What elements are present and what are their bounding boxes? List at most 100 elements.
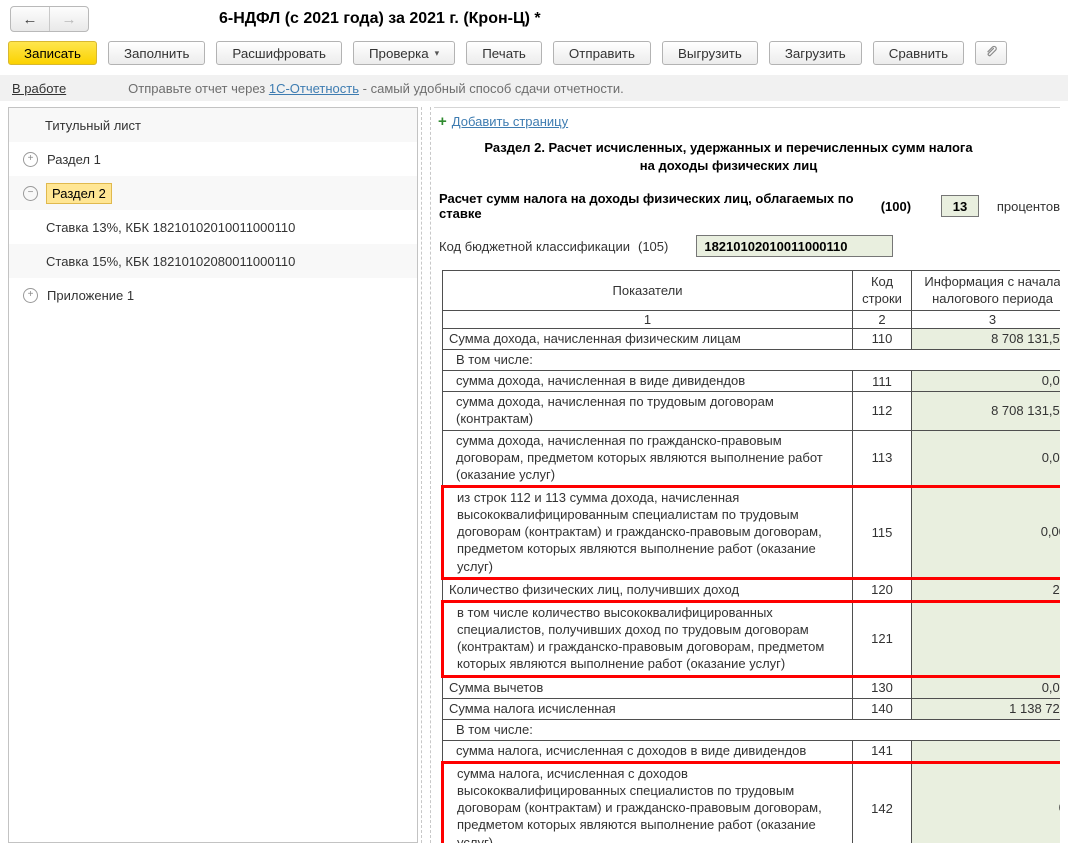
tree-item-label: Ставка 15%, КБК 18210102080011000110	[46, 253, 296, 269]
save-button[interactable]: Записать	[8, 41, 97, 65]
value-cell[interactable]: -	[911, 599, 1060, 678]
table-row-120: Количество физических лиц, получивших до…	[442, 577, 1060, 602]
export-button[interactable]: Выгрузить	[661, 41, 758, 65]
add-page-label: Добавить страницу	[451, 114, 569, 129]
report-state-link[interactable]: В работе	[12, 81, 66, 96]
value-cell[interactable]: 0	[911, 761, 1060, 843]
tree-item-label: Раздел 1	[47, 151, 101, 167]
header-indicators: Показатели	[442, 270, 853, 311]
expand-icon[interactable]: +	[23, 287, 38, 303]
section-title: Раздел 2. Расчет исчисленных, удержанных…	[437, 139, 1020, 175]
group-row: В том числе:	[442, 349, 1060, 372]
compare-button[interactable]: Сравнить	[872, 41, 965, 65]
table-header-row: Показатели Код строки Информация с начал…	[442, 270, 1060, 311]
line-code: 112	[852, 391, 912, 431]
value-cell[interactable]: 26	[911, 577, 1060, 602]
table-row-112: сумма дохода, начисленная по трудовым до…	[442, 391, 1060, 431]
line-code: 141	[852, 739, 912, 764]
indicator-label: сумма налога, исчисленная с доходов в ви…	[442, 739, 853, 764]
column-number-2: 2	[852, 309, 912, 329]
forward-icon[interactable]: →	[49, 7, 88, 31]
send-button[interactable]: Отправить	[552, 41, 651, 65]
status-message: Отправьте отчет через 1С-Отчетность - са…	[128, 81, 624, 96]
value-cell[interactable]: 8 708 131,51	[911, 391, 1060, 431]
indicator-label: в том числе количество высококвалифициро…	[441, 599, 853, 678]
kbk-row: Код бюджетной классификации (105) 182101…	[439, 235, 1060, 258]
value-cell[interactable]: 0,00	[911, 484, 1060, 580]
table-row-140: Сумма налога исчисленная1401 138 729	[442, 697, 1060, 720]
decode-button[interactable]: Расшифровать	[216, 41, 342, 65]
table-row-121: в том числе количество высококвалифициро…	[441, 599, 1060, 678]
back-icon[interactable]: ←	[11, 7, 49, 31]
header-info: Информация с начала налогового периода	[911, 270, 1060, 311]
print-button[interactable]: Печать	[466, 41, 542, 65]
table-row-142: сумма налога, исчисленная с доходов высо…	[441, 761, 1060, 843]
indicator-label: Сумма вычетов	[442, 675, 853, 699]
table-row-130: Сумма вычетов1300,00	[442, 675, 1060, 699]
add-page-link[interactable]: + Добавить страницу	[438, 114, 1060, 129]
rate-line-code: (100)	[880, 198, 912, 214]
attachments-button[interactable]	[975, 41, 1008, 65]
line-code: 120	[852, 577, 912, 602]
history-nav: ← →	[10, 6, 89, 32]
check-dropdown-button[interactable]: Проверка ▾	[352, 41, 456, 65]
toolbar: Записать Заполнить Расшифровать Проверка…	[0, 38, 1068, 73]
paperclip-icon	[984, 44, 999, 62]
rate-label: Расчет сумм налога на доходы физических …	[439, 191, 854, 222]
rate-row: Расчет сумм налога на доходы физических …	[439, 191, 1060, 221]
value-cell[interactable]: 0,00	[911, 675, 1060, 699]
line-code: 130	[852, 675, 912, 699]
tree-item-label: Ставка 13%, КБК 18210102010011000110	[46, 219, 296, 235]
indicator-label: сумма налога, исчисленная с доходов высо…	[441, 761, 853, 843]
line-code: 113	[852, 429, 912, 487]
column-number-1: 1	[442, 309, 853, 329]
tree-item-label: Титульный лист	[45, 117, 142, 133]
content-area: Титульный лист + Раздел 1 − Раздел 2 Ставка 1…	[0, 101, 1068, 843]
sidebar-item-ставка-13-кбк-18210102010011000110[interactable]: Ставка 13%, КБК 18210102010011000110	[9, 210, 417, 244]
value-cell[interactable]: 1 138 729	[911, 697, 1060, 720]
window-header: ← → 6-НДФЛ (с 2021 года) за 2021 г. (Кро…	[0, 0, 1068, 38]
expand-icon[interactable]: +	[23, 151, 38, 167]
status-message-suffix: - самый удобный способ сдачи отчетности.	[359, 80, 624, 96]
line-code: 121	[852, 599, 912, 678]
indicator-label: Сумма дохода, начисленная физическим лиц…	[442, 327, 853, 351]
status-bar: В работе Отправьте отчет через 1С-Отчетн…	[0, 75, 1068, 101]
rate-suffix: процентов	[996, 198, 1060, 214]
tree-item-label: Приложение 1	[47, 287, 135, 303]
value-cell[interactable]: 0,00	[911, 370, 1060, 393]
line-code: 115	[852, 484, 912, 580]
check-label: Проверка	[368, 45, 429, 61]
collapse-icon[interactable]: −	[23, 185, 38, 201]
section2-table: Показатели Код строки Информация с начал…	[441, 270, 1060, 843]
sidebar-item-раздел-1[interactable]: + Раздел 1	[9, 142, 417, 176]
kbk-line-code: (105)	[637, 238, 669, 254]
1c-reporting-link[interactable]: 1С-Отчетность	[269, 81, 359, 96]
chevron-down-icon: ▾	[434, 47, 440, 58]
indicator-label: из строк 112 и 113 сумма дохода, начисле…	[441, 484, 853, 580]
sidebar-item-раздел-2[interactable]: − Раздел 2	[9, 176, 417, 210]
indicator-label: сумма дохода, начисленная в виде дивиден…	[442, 370, 853, 393]
indicator-label: Количество физических лиц, получивших до…	[442, 577, 853, 602]
table-row-115: из строк 112 и 113 сумма дохода, начисле…	[441, 484, 1060, 580]
line-code: 140	[852, 697, 912, 720]
line-code: 111	[852, 370, 912, 393]
report-panel: + Добавить страницу Раздел 2. Расчет исч…	[434, 107, 1060, 843]
kbk-input[interactable]: 18210102010011000110	[696, 235, 894, 258]
fill-button[interactable]: Заполнить	[107, 41, 206, 65]
load-button[interactable]: Загрузить	[768, 41, 862, 65]
sidebar-item-ставка-15-кбк-18210102080011000110[interactable]: Ставка 15%, КБК 18210102080011000110	[9, 244, 417, 278]
column-numbers-row: 1 2 3	[442, 309, 1060, 329]
indicator-label: сумма дохода, начисленная по трудовым до…	[442, 391, 853, 431]
sidebar-item-титульный-лист[interactable]: Титульный лист	[9, 108, 417, 142]
indicator-label: сумма дохода, начисленная по гражданско-…	[442, 429, 853, 487]
header-line-code: Код строки	[852, 270, 912, 311]
group-label: В том числе:	[442, 718, 1060, 741]
value-cell[interactable]: 0,00	[911, 429, 1060, 487]
sidebar-item-приложение-1[interactable]: + Приложение 1	[9, 278, 417, 312]
kbk-label: Код бюджетной классификации	[439, 238, 630, 254]
rate-input[interactable]: 13	[941, 195, 979, 218]
value-cell[interactable]: 0	[911, 739, 1060, 764]
panel-splitter[interactable]	[421, 107, 431, 843]
value-cell[interactable]: 8 708 131,51	[911, 327, 1060, 351]
line-code: 110	[852, 327, 912, 351]
